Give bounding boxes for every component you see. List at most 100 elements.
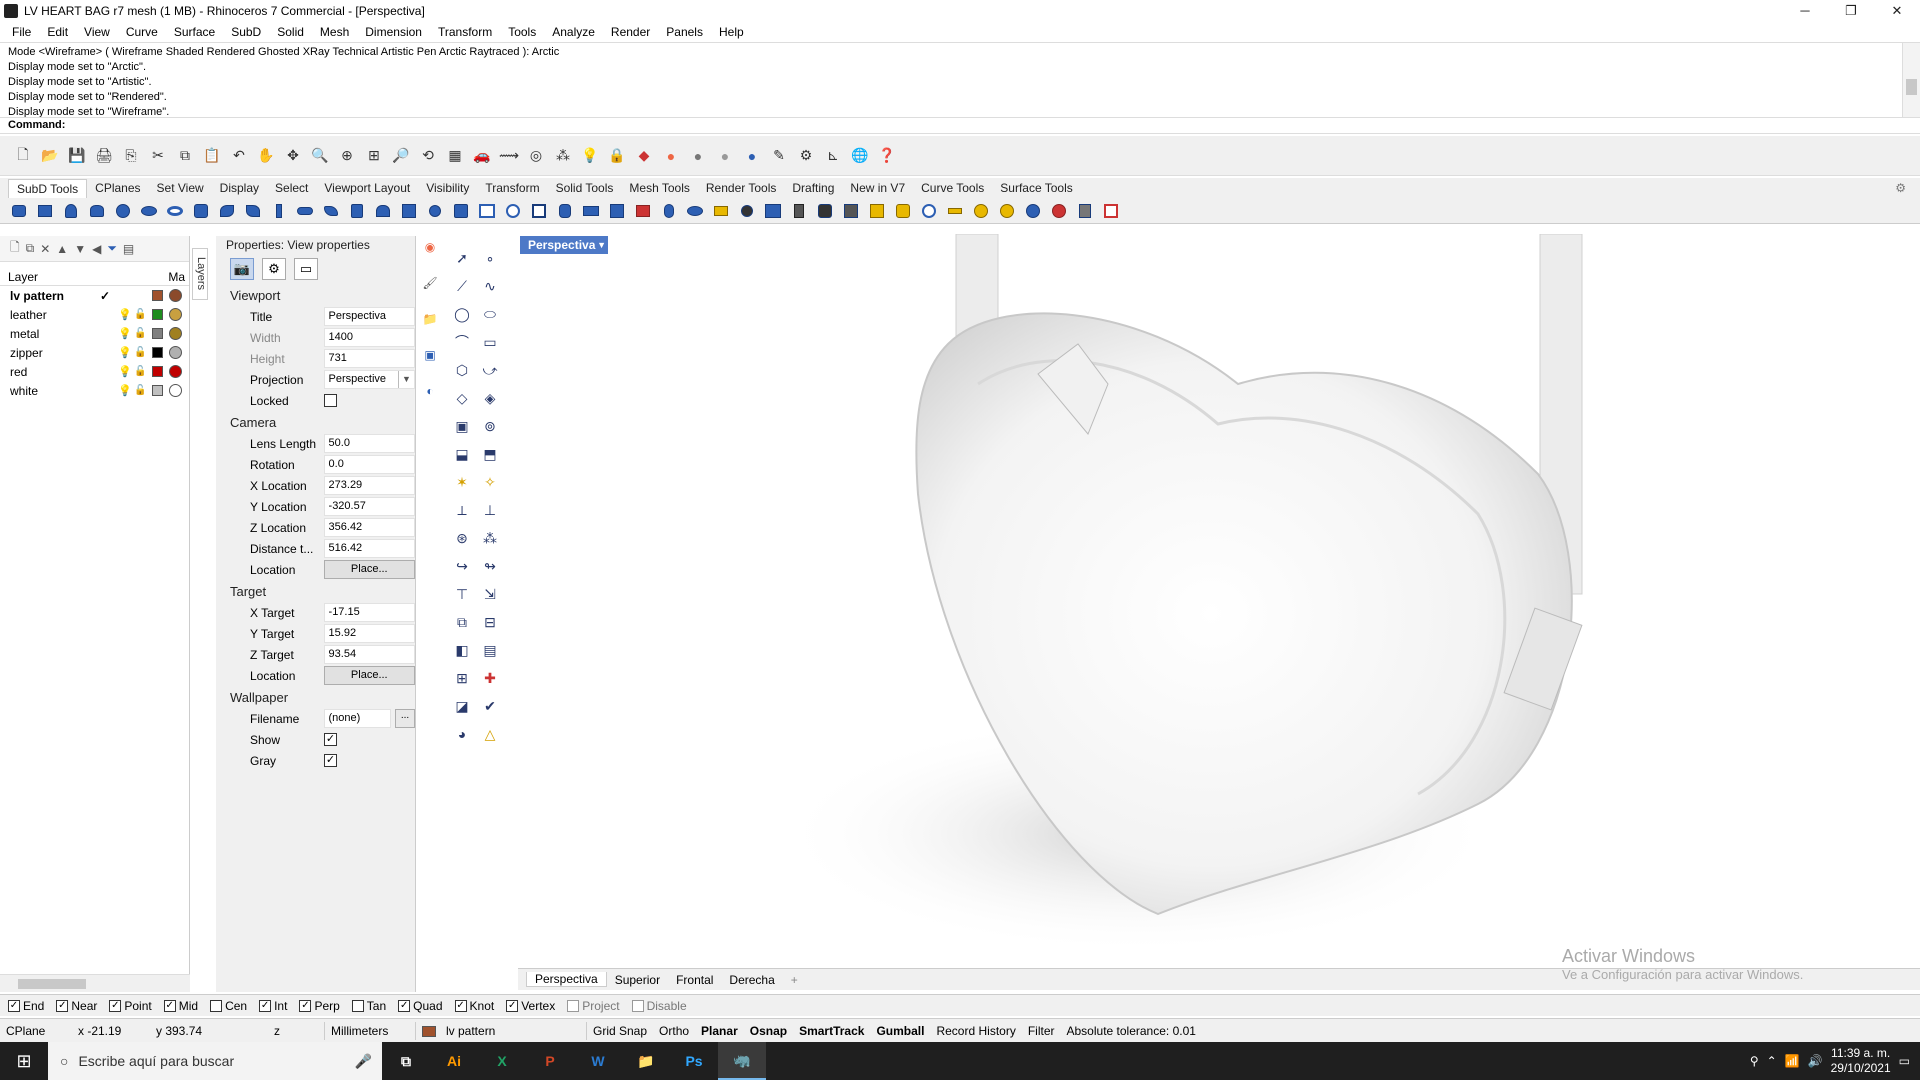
- menu-analyze[interactable]: Analyze: [544, 25, 603, 39]
- projection-select[interactable]: Perspective ▼: [323, 370, 415, 389]
- filename-field[interactable]: (none): [323, 709, 392, 728]
- polygon-icon[interactable]: ⬡: [448, 356, 476, 384]
- tab-perspectiva[interactable]: Perspectiva: [526, 972, 607, 987]
- surface-icon[interactable]: ◇: [448, 384, 476, 412]
- new-layer-icon[interactable]: 🗋: [10, 238, 20, 259]
- subd-smooth-icon[interactable]: [658, 200, 680, 222]
- move-down-icon[interactable]: ▼: [74, 242, 86, 256]
- subd-mirror-icon[interactable]: [970, 200, 992, 222]
- width-field[interactable]: 1400: [323, 328, 415, 347]
- visibility-bulb-icon[interactable]: 💡: [118, 384, 132, 397]
- task-view-icon[interactable]: ⧉: [382, 1042, 430, 1080]
- color-wheel-icon[interactable]: ●: [660, 145, 682, 167]
- drafting-icon[interactable]: △: [476, 720, 504, 748]
- visibility-bulb-icon[interactable]: 💡: [118, 365, 132, 378]
- display-settings-icon[interactable]: ⚙: [262, 258, 286, 280]
- menu-transform[interactable]: Transform: [430, 25, 500, 39]
- shaded-sphere-icon[interactable]: ●: [687, 145, 709, 167]
- globe-icon[interactable]: 🌐: [849, 145, 871, 167]
- material-column-header[interactable]: Ma: [168, 270, 185, 284]
- distance-field[interactable]: 516.42: [323, 539, 415, 558]
- subd-mesh-icon[interactable]: [502, 200, 524, 222]
- point-icon[interactable]: ∘: [476, 244, 504, 272]
- subd-reflect-icon[interactable]: [684, 200, 706, 222]
- move-parent-icon[interactable]: ◀: [92, 242, 101, 256]
- layer-row[interactable]: leather 💡 🔓: [0, 305, 189, 324]
- menu-file[interactable]: File: [4, 25, 39, 39]
- tab-frontal[interactable]: Frontal: [668, 973, 721, 987]
- select-arrow-icon[interactable]: ➚: [448, 244, 476, 272]
- subd-delete-icon[interactable]: [1048, 200, 1070, 222]
- visibility-bulb-icon[interactable]: 💡: [118, 327, 132, 340]
- array-icon[interactable]: ⧉: [448, 608, 476, 636]
- tab-subd-tools[interactable]: SubD Tools: [8, 178, 88, 198]
- rendered-sphere-icon[interactable]: ●: [714, 145, 736, 167]
- lock-icon[interactable]: 🔓: [134, 328, 146, 339]
- subd-torus-icon[interactable]: [164, 200, 186, 222]
- title-field[interactable]: Perspectiva: [323, 307, 415, 326]
- grid-snap-toggle[interactable]: Grid Snap: [587, 1024, 653, 1038]
- surface-edit-icon[interactable]: ◈: [476, 384, 504, 412]
- help-icon[interactable]: ❓: [876, 145, 898, 167]
- sun-icon[interactable]: ◐: [426, 384, 433, 398]
- osnap-knot[interactable]: ✓ Knot: [454, 999, 494, 1013]
- current-layer-checkmark[interactable]: ✓: [100, 289, 110, 303]
- browse-button[interactable]: ...: [395, 709, 415, 728]
- osnap-vertex[interactable]: ✓ Vertex: [506, 999, 555, 1013]
- rectangle-icon[interactable]: ▭: [476, 328, 504, 356]
- x-target-field[interactable]: -17.15: [323, 603, 415, 622]
- tab-set-view[interactable]: Set View: [149, 181, 212, 195]
- people-icon[interactable]: ⚲: [1750, 1054, 1759, 1068]
- layers-side-tab[interactable]: Layers: [192, 248, 208, 300]
- units-indicator[interactable]: Millimeters: [325, 1024, 415, 1038]
- layer-color-swatch[interactable]: [152, 366, 163, 377]
- tab-new-in-v7[interactable]: New in V7: [842, 181, 913, 195]
- environment-icon[interactable]: ▣: [424, 348, 435, 362]
- windows-start-icon[interactable]: ⊞: [0, 1042, 48, 1080]
- rotate-view-icon[interactable]: ✥: [282, 145, 304, 167]
- points-icon[interactable]: ⁂: [552, 145, 574, 167]
- osnap-cen[interactable]: Cen: [210, 999, 247, 1013]
- menu-view[interactable]: View: [76, 25, 118, 39]
- subd-append-icon[interactable]: [710, 200, 732, 222]
- undo-icon[interactable]: ↶: [228, 145, 250, 167]
- subd-convert-icon[interactable]: [892, 200, 914, 222]
- cplane-indicator[interactable]: CPlane: [0, 1024, 72, 1038]
- photoshop-app-icon[interactable]: Ps: [670, 1042, 718, 1080]
- subd-cylinder-icon[interactable]: [34, 200, 56, 222]
- layer-column-header[interactable]: Layer: [8, 270, 38, 284]
- options-icon[interactable]: ✎: [768, 145, 790, 167]
- zoom-selected-icon[interactable]: 🔎: [390, 145, 412, 167]
- file-explorer-icon[interactable]: 📁: [622, 1042, 670, 1080]
- command-prompt[interactable]: Command:: [0, 118, 1920, 134]
- excel-app-icon[interactable]: X: [478, 1042, 526, 1080]
- menu-solid[interactable]: Solid: [269, 25, 312, 39]
- tab-drafting[interactable]: Drafting: [784, 181, 842, 195]
- layer-color-swatch[interactable]: [152, 347, 163, 358]
- subd-pipe-icon[interactable]: [294, 200, 316, 222]
- restore-button[interactable]: ❐: [1828, 3, 1874, 19]
- render-sphere-icon[interactable]: ●: [741, 145, 763, 167]
- layer-tools-icon[interactable]: ▤: [123, 242, 134, 256]
- subd-bridge-icon[interactable]: [372, 200, 394, 222]
- lock-icon[interactable]: 🔓: [134, 366, 146, 377]
- cut-icon[interactable]: ✂: [147, 145, 169, 167]
- text-object-icon[interactable]: ✶: [448, 468, 476, 496]
- show-checkbox[interactable]: ✓: [324, 733, 337, 746]
- osnap-mid[interactable]: ✓ Mid: [163, 999, 198, 1013]
- tab-render-tools[interactable]: Render Tools: [698, 181, 785, 195]
- analyze-icon[interactable]: ◪: [448, 692, 476, 720]
- layer-row[interactable]: metal 💡 🔓: [0, 324, 189, 343]
- powerpoint-app-icon[interactable]: P: [526, 1042, 574, 1080]
- freeform-icon[interactable]: ⤻: [476, 356, 504, 384]
- light-icon[interactable]: 💡: [579, 145, 601, 167]
- osnap-checkbox[interactable]: [567, 999, 580, 1012]
- boolean-icon[interactable]: ⊚: [476, 412, 504, 440]
- subd-stitch-icon[interactable]: [606, 200, 628, 222]
- subd-display-toggle-icon[interactable]: [736, 200, 758, 222]
- tab-options-gear-icon[interactable]: ⚙: [1887, 181, 1914, 195]
- osnap-checkbox[interactable]: ✓: [398, 999, 411, 1012]
- planar-toggle[interactable]: Planar: [695, 1024, 744, 1038]
- ortho-toggle[interactable]: Ortho: [653, 1024, 695, 1038]
- move-up-icon[interactable]: ▲: [56, 242, 68, 256]
